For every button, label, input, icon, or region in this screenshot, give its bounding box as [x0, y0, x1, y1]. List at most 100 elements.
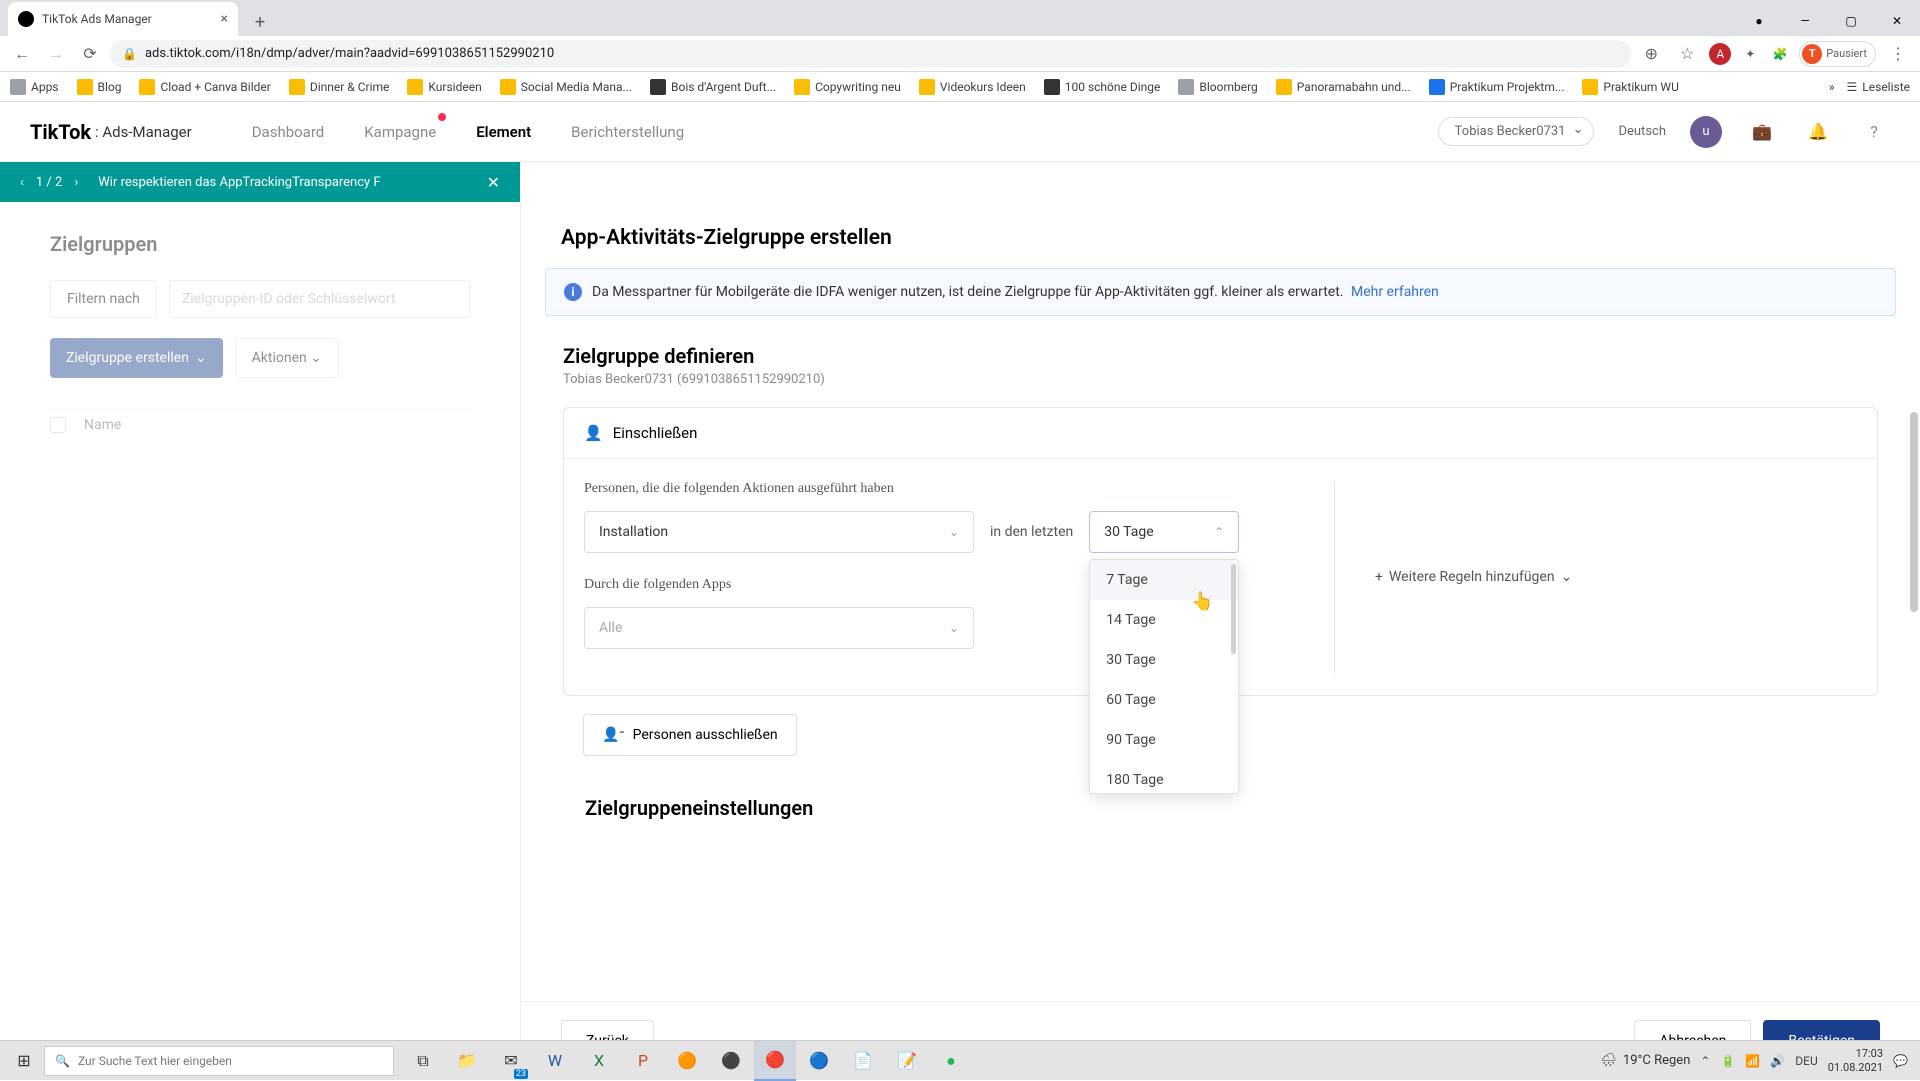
- person-minus-icon: 👤⁻: [602, 727, 625, 743]
- help-icon[interactable]: ?: [1858, 116, 1890, 148]
- bookmark-item[interactable]: Blog: [77, 79, 122, 95]
- maximize-button[interactable]: ▢: [1828, 6, 1874, 36]
- word-icon[interactable]: W: [534, 1041, 576, 1081]
- learn-more-link[interactable]: Mehr erfahren: [1351, 284, 1439, 300]
- app-icon[interactable]: 🟠: [666, 1041, 708, 1081]
- search-input[interactable]: Zielgruppen-ID oder Schlüsselwort: [169, 280, 470, 318]
- select-all-checkbox[interactable]: [50, 417, 66, 433]
- keyboard-lang[interactable]: DEU: [1795, 1054, 1817, 1068]
- bookmark-item[interactable]: Bois d'Argent Duft...: [650, 79, 776, 95]
- bookmark-item[interactable]: Kursideen: [407, 79, 481, 95]
- close-tab-icon[interactable]: ×: [221, 11, 228, 27]
- bookmark-item[interactable]: Cload + Canva Bilder: [139, 79, 270, 95]
- adblock-icon[interactable]: A: [1709, 43, 1731, 65]
- wifi-icon[interactable]: 📶: [1745, 1054, 1760, 1068]
- chevron-down-icon: ⌄: [949, 525, 959, 539]
- mail-icon[interactable]: ✉23: [490, 1041, 532, 1081]
- create-audience-button[interactable]: Zielgruppe erstellen⌄: [50, 338, 223, 378]
- powerpoint-icon[interactable]: P: [622, 1041, 664, 1081]
- days-option[interactable]: 14 Tage: [1090, 600, 1238, 640]
- address-bar[interactable]: 🔒 ads.tiktok.com/i18n/dmp/adver/main?aad…: [110, 40, 1631, 68]
- days-option[interactable]: 7 Tage: [1090, 560, 1238, 600]
- volume-icon[interactable]: 🔊: [1770, 1054, 1785, 1068]
- zoom-icon[interactable]: ⊕: [1637, 40, 1665, 68]
- menu-icon[interactable]: ⋮: [1884, 40, 1912, 68]
- add-rules-button[interactable]: + Weitere Regeln hinzufügen ⌄: [1334, 481, 1857, 673]
- filter-button[interactable]: Filtern nach: [50, 280, 157, 318]
- bookmark-item[interactable]: Praktikum WU: [1582, 79, 1678, 95]
- panel-scrollbar[interactable]: [1910, 412, 1918, 612]
- extension-icon[interactable]: ✦: [1739, 43, 1761, 65]
- taskbar-search[interactable]: 🔍 Zur Suche Text hier eingeben: [44, 1046, 394, 1076]
- excel-icon[interactable]: X: [578, 1041, 620, 1081]
- clock[interactable]: 17:03 01.08.2021: [1828, 1047, 1883, 1073]
- banner-close-icon[interactable]: ✕: [477, 173, 500, 192]
- nav-kampagne[interactable]: Kampagne: [364, 105, 436, 159]
- bookmark-item[interactable]: Videokurs Ideen: [919, 79, 1026, 95]
- forward-icon[interactable]: →: [42, 40, 70, 68]
- exclude-people-button[interactable]: 👤⁻ Personen ausschließen: [583, 714, 797, 756]
- obs-icon[interactable]: ⚫: [710, 1041, 752, 1081]
- nav-berichterstellung[interactable]: Berichterstellung: [571, 105, 684, 159]
- apps-select[interactable]: Alle ⌄: [584, 607, 974, 649]
- app-icon[interactable]: 📄: [842, 1041, 884, 1081]
- bookmark-item[interactable]: Copywriting neu: [794, 79, 901, 95]
- bookmark-item[interactable]: Social Media Mana...: [500, 79, 632, 95]
- days-option[interactable]: 90 Tage: [1090, 720, 1238, 760]
- days-option[interactable]: 180 Tage: [1090, 760, 1238, 794]
- weather-widget[interactable]: 🌧 19°C Regen: [1600, 1053, 1690, 1068]
- reload-icon[interactable]: ⟳: [76, 40, 104, 68]
- dropdown-scrollbar[interactable]: [1231, 564, 1236, 654]
- days-option[interactable]: 60 Tage: [1090, 680, 1238, 720]
- tab-title: TikTok Ads Manager: [42, 12, 152, 26]
- bookmark-overflow[interactable]: »: [1829, 80, 1835, 94]
- app-icon[interactable]: 📝: [886, 1041, 928, 1081]
- edge-icon[interactable]: 🔵: [798, 1041, 840, 1081]
- banner-next-icon[interactable]: ›: [74, 175, 78, 190]
- task-view-icon[interactable]: ⧉: [402, 1041, 444, 1081]
- bookmark-apps[interactable]: Apps: [10, 79, 59, 95]
- user-avatar[interactable]: u: [1690, 116, 1722, 148]
- sidebar-title: Zielgruppen: [50, 232, 470, 256]
- new-tab-button[interactable]: +: [246, 8, 274, 36]
- minimize-button[interactable]: —: [1782, 6, 1828, 36]
- bookmark-item[interactable]: Panoramabahn und...: [1276, 79, 1411, 95]
- puzzle-icon[interactable]: 🧩: [1769, 43, 1791, 65]
- banner-prev-icon[interactable]: ‹: [20, 175, 24, 190]
- language-selector[interactable]: Deutsch: [1618, 124, 1666, 139]
- chrome-icon[interactable]: 🔴: [754, 1041, 796, 1081]
- bell-icon[interactable]: 🔔: [1802, 116, 1834, 148]
- account-dropdown[interactable]: Tobias Becker0731: [1438, 117, 1595, 146]
- action-select[interactable]: Installation ⌄: [584, 511, 974, 553]
- actions-button[interactable]: Aktionen ⌄: [235, 338, 339, 378]
- nav-element[interactable]: Element: [476, 105, 531, 159]
- tiktok-logo[interactable]: TikTok: Ads-Manager: [30, 120, 192, 144]
- bookmark-item[interactable]: 100 schöne Dinge: [1044, 79, 1161, 95]
- app-header: TikTok: Ads-Manager Dashboard Kampagne E…: [0, 102, 1920, 162]
- bookmark-item[interactable]: Dinner & Crime: [289, 79, 390, 95]
- back-icon[interactable]: ←: [8, 40, 36, 68]
- create-audience-panel: App-Aktivitäts-Zielgruppe erstellen i Da…: [520, 202, 1920, 1080]
- bookmark-item[interactable]: Bloomberg: [1178, 79, 1257, 95]
- days-select[interactable]: 30 Tage ⌃: [1089, 511, 1239, 553]
- chevron-down-icon: ⌄: [195, 350, 207, 366]
- close-window-button[interactable]: ✕: [1874, 6, 1920, 36]
- start-button[interactable]: ⊞: [4, 1041, 44, 1081]
- url-text: ads.tiktok.com/i18n/dmp/adver/main?aadvi…: [145, 46, 554, 61]
- browser-tab[interactable]: TikTok Ads Manager ×: [8, 2, 238, 36]
- battery-icon[interactable]: 🔋: [1720, 1054, 1735, 1068]
- explorer-icon[interactable]: 📁: [446, 1041, 488, 1081]
- tray-chevron-icon[interactable]: ⌃: [1700, 1054, 1710, 1068]
- days-option[interactable]: 30 Tage: [1090, 640, 1238, 680]
- chevron-up-icon: ⌃: [1214, 525, 1224, 539]
- spotify-icon[interactable]: ●: [930, 1041, 972, 1081]
- bookmark-item[interactable]: Praktikum Projektm...: [1429, 79, 1565, 95]
- briefcase-icon[interactable]: 💼: [1746, 116, 1778, 148]
- nav-dashboard[interactable]: Dashboard: [252, 105, 325, 159]
- notifications-icon[interactable]: 💬: [1893, 1054, 1908, 1068]
- account-dot-icon[interactable]: ●: [1736, 6, 1782, 36]
- reading-list-button[interactable]: ☰Leseliste: [1847, 80, 1910, 94]
- rule-actions-label: Personen, die die folgenden Aktionen aus…: [584, 481, 1294, 497]
- profile-chip[interactable]: T Pausiert: [1799, 41, 1876, 67]
- star-icon[interactable]: ☆: [1673, 40, 1701, 68]
